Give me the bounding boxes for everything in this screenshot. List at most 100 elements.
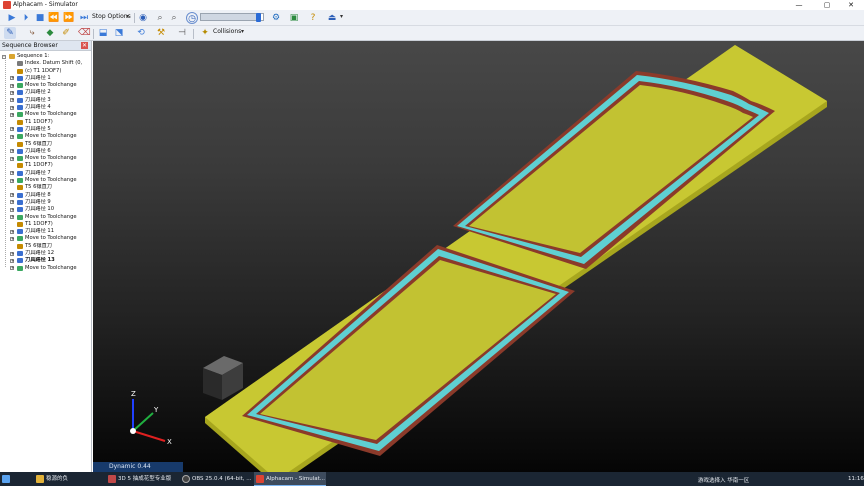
save-icon[interactable]: ▣ [288,12,300,24]
maximize-button[interactable]: ▢ [818,0,836,10]
sequence-tree-item[interactable]: + 刀具路径 12 [0,250,92,257]
sequence-tree-item[interactable]: + Move to Toolchange [0,133,92,140]
sequence-tree-item[interactable]: + 刀具路径 8 [0,192,92,199]
fixture-icon[interactable]: ⊣ [176,27,188,39]
clear-icon[interactable]: ⌫ [78,27,91,39]
stop-options-dropdown[interactable]: Stop Options [92,13,131,20]
expand-icon[interactable]: + [10,98,14,103]
expand-icon[interactable]: + [10,83,14,88]
toolpath-icon[interactable]: ✐ [60,27,72,39]
expand-icon[interactable]: + [10,127,14,132]
sequence-tree-item[interactable]: + Move to Toolchange [0,155,92,162]
fast-forward-icon[interactable]: ⏩ [63,12,75,24]
sequence-tree-item[interactable]: + 刀具路径 2 [0,89,92,96]
expand-icon[interactable]: + [10,105,14,110]
simulation-viewport[interactable]: Z X Y [93,41,864,472]
rewind-icon[interactable]: ⏪ [48,12,60,24]
sequence-tree-item[interactable]: T1 1DOF7) [0,162,92,169]
chevron-down-icon[interactable]: ▾ [241,28,244,35]
expand-icon[interactable]: + [10,90,14,95]
taskbar-item-3d[interactable]: 3D 5 抽成花型专业版 [106,472,178,486]
sequence-tree-item[interactable]: + 刀具路径 7 [0,170,92,177]
sequence-tree-item[interactable]: Index. Datum Shift (0, [0,60,92,67]
expand-icon[interactable]: + [10,215,14,220]
toolpath-icon [17,75,23,81]
sequence-tree-item[interactable]: T5 6镶直刀 [0,184,92,191]
solid-view-icon[interactable]: ⬓ [97,27,109,39]
expand-icon[interactable]: + [10,200,14,205]
view-tool-icon[interactable]: ✎ [4,27,16,39]
speed-dial-icon[interactable]: ◷ [186,12,198,24]
expand-icon[interactable]: + [10,178,14,183]
zoom-out-icon[interactable]: ⌕ [168,12,180,24]
sequence-tree-item[interactable]: + 刀具路径 4 [0,104,92,111]
play-icon[interactable]: ▶ [6,12,18,24]
sequence-tree-item[interactable]: + 刀具路径 10 [0,206,92,213]
sequence-tree-item[interactable]: + 刀具路径 3 [0,97,92,104]
collisions-dropdown[interactable]: Collisions [213,28,241,35]
expand-icon[interactable]: + [10,266,14,271]
sequence-tree-item[interactable]: + 刀具路径 6 [0,148,92,155]
sequence-tree-item[interactable]: + Move to Toolchange [0,235,92,242]
sequence-tree-item[interactable]: + 刀具路径 11 [0,228,92,235]
slider-handle[interactable] [256,13,262,22]
expand-icon[interactable]: + [10,193,14,198]
expand-icon[interactable]: + [10,229,14,234]
expand-icon[interactable]: + [10,258,14,263]
alphacam-icon [256,475,264,483]
sequence-tree-item[interactable]: + 刀具路径 13 [0,257,92,264]
sequence-tree-item[interactable]: + Move to Toolchange [0,82,92,89]
stop-icon[interactable]: ■ [34,12,46,24]
sequence-tree-item[interactable]: (c) T1 1DOF7) [0,68,92,75]
material-icon[interactable]: ◆ [44,27,56,39]
close-window-button[interactable]: ✕ [842,0,860,10]
sequence-tree-item[interactable]: - Sequence 1: [0,53,92,60]
simulation-toolbar: ▶ ⏵ ■ ⏪ ⏩ ⏭ Stop Options ▾ ◉ ⌕ ⌕ ◷ ⚙ ▣ ?… [0,10,864,26]
sequence-tree-item[interactable]: + 刀具路径 5 [0,126,92,133]
record-icon[interactable]: ◉ [137,12,149,24]
expand-icon[interactable]: + [10,134,14,139]
sequence-tree-item[interactable]: + Move to Toolchange [0,177,92,184]
sequence-tree-item[interactable]: T5 6镶直刀 [0,243,92,250]
sequence-tree-item[interactable]: T1 1DOF7) [0,119,92,126]
sequence-tree-item[interactable]: + 刀具路径 1 [0,75,92,82]
expand-icon[interactable]: + [10,76,14,81]
taskbar-item-file[interactable]: 稳源的负 [34,472,104,486]
close-panel-button[interactable]: ✕ [81,42,88,49]
expand-icon[interactable]: + [10,171,14,176]
move-icon [17,156,23,162]
start-button[interactable] [0,472,14,486]
title-bar: Alphacam - Simulator — ▢ ✕ [0,0,864,10]
collapse-icon[interactable]: - [2,54,6,59]
expand-icon[interactable]: + [10,251,14,256]
sequence-tree-item[interactable]: + Move to Toolchange [0,214,92,221]
settings-icon[interactable]: ⚙ [270,12,282,24]
skip-end-icon[interactable]: ⏭ [78,12,90,24]
sequence-tree-item[interactable]: T5 6镶直刀 [0,141,92,148]
eject-icon[interactable]: ⏏ [326,12,338,24]
machine-icon[interactable]: ⚒ [155,27,167,39]
expand-icon[interactable]: + [10,112,14,117]
zoom-in-icon[interactable]: ⌕ [154,12,166,24]
expand-icon[interactable]: + [10,236,14,241]
expand-icon[interactable]: + [10,149,14,154]
taskbar-item-obs[interactable]: OBS 25.0.4 (64-bit, ... [180,472,252,486]
sequence-tree-item[interactable]: + Move to Toolchange [0,111,92,118]
chevron-down-icon[interactable]: ▾ [126,13,129,20]
collisions-icon[interactable]: ✦ [199,27,211,39]
sequence-tree-item[interactable]: T1 1DOF7) [0,221,92,228]
tool-display-icon[interactable]: ⤷ [26,27,38,39]
expand-icon[interactable]: + [10,156,14,161]
help-icon[interactable]: ? [307,12,319,24]
sequence-tree-item[interactable]: + Move to Toolchange [0,265,92,272]
toolbar-overflow-icon[interactable]: ▾ [340,13,343,20]
taskbar-item-alphacam[interactable]: Alphacam - Simulat... [254,472,326,486]
step-forward-icon[interactable]: ⏵ [20,12,32,24]
section-view-icon[interactable]: ⬔ [113,27,125,39]
rotate-view-icon[interactable]: ⟲ [135,27,147,39]
toolpath-icon [17,90,23,96]
sequence-tree-item[interactable]: + 刀具路径 9 [0,199,92,206]
expand-icon[interactable]: + [10,207,14,212]
simulation-speed-slider[interactable] [200,13,264,22]
minimize-button[interactable]: — [790,0,808,10]
